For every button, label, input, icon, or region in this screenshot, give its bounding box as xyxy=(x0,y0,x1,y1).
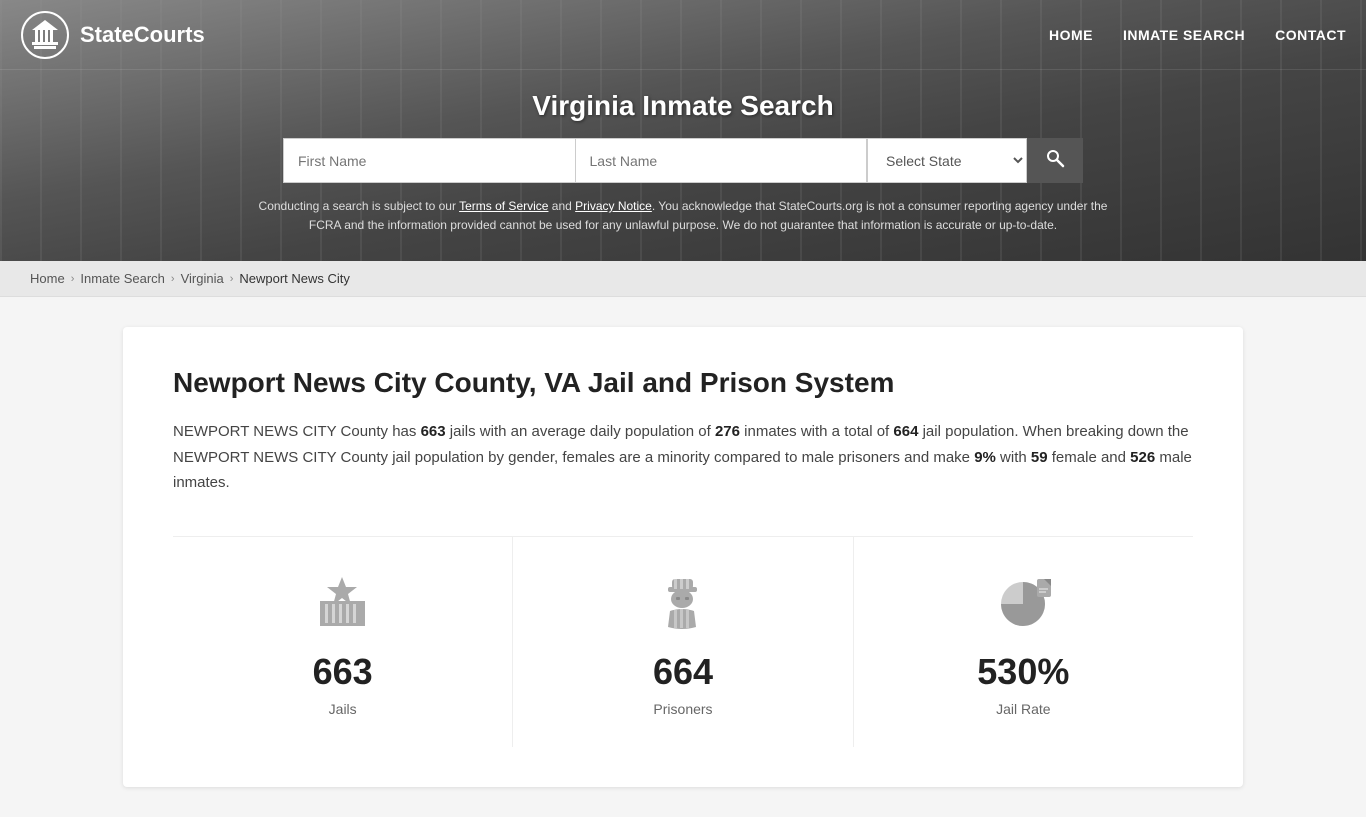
privacy-link[interactable]: Privacy Notice xyxy=(575,199,652,213)
jail-rate-label: Jail Rate xyxy=(874,701,1173,717)
search-button[interactable] xyxy=(1027,138,1083,183)
male-count: 526 xyxy=(1130,449,1155,466)
nav-inmate-search[interactable]: INMATE SEARCH xyxy=(1123,27,1245,43)
search-icon xyxy=(1045,148,1065,168)
nav-home[interactable]: HOME xyxy=(1049,27,1093,43)
breadcrumb-inmate-search[interactable]: Inmate Search xyxy=(80,271,165,286)
breadcrumb: Home › Inmate Search › Virginia › Newpor… xyxy=(0,261,1366,297)
county-description: NEWPORT NEWS CITY County has 663 jails w… xyxy=(173,419,1193,496)
jails-icon xyxy=(193,567,492,637)
navigation: StateCourts HOME INMATE SEARCH CONTACT xyxy=(0,0,1366,70)
state-select[interactable]: Select State Virginia California Texas xyxy=(867,138,1027,183)
jails-count: 663 xyxy=(421,423,446,440)
disclaimer-text: Conducting a search is subject to our Te… xyxy=(233,197,1133,251)
chart-icon xyxy=(874,567,1173,637)
last-name-input[interactable] xyxy=(575,138,868,183)
first-name-input[interactable] xyxy=(283,138,575,183)
jails-number: 663 xyxy=(193,651,492,693)
breadcrumb-sep-3: › xyxy=(230,273,234,285)
prisoners-label: Prisoners xyxy=(533,701,832,717)
breadcrumb-sep-1: › xyxy=(71,273,75,285)
main-content: Newport News City County, VA Jail and Pr… xyxy=(103,327,1263,787)
nav-links: HOME INMATE SEARCH CONTACT xyxy=(1049,27,1346,43)
page-title: Virginia Inmate Search xyxy=(20,90,1346,122)
county-title: Newport News City County, VA Jail and Pr… xyxy=(173,367,1193,399)
jail-rate-number: 530% xyxy=(874,651,1173,693)
female-pct: 9% xyxy=(974,449,996,466)
stat-jail-rate: 530% Jail Rate xyxy=(854,537,1193,747)
logo-link[interactable]: StateCourts xyxy=(20,10,205,60)
avg-population: 276 xyxy=(715,423,740,440)
prisoner-icon xyxy=(533,567,832,637)
breadcrumb-sep-2: › xyxy=(171,273,175,285)
terms-link[interactable]: Terms of Service xyxy=(459,199,548,213)
total-population: 664 xyxy=(893,423,918,440)
prisoners-number: 664 xyxy=(533,651,832,693)
logo-text: StateCourts xyxy=(80,22,205,48)
search-section: Virginia Inmate Search Select State Virg… xyxy=(0,70,1366,261)
stats-row: 663 Jails xyxy=(173,536,1193,747)
jails-label: Jails xyxy=(193,701,492,717)
breadcrumb-home[interactable]: Home xyxy=(30,271,65,286)
page-header: StateCourts HOME INMATE SEARCH CONTACT V… xyxy=(0,0,1366,261)
content-card: Newport News City County, VA Jail and Pr… xyxy=(123,327,1243,787)
stat-jails: 663 Jails xyxy=(173,537,513,747)
logo-icon xyxy=(20,10,70,60)
breadcrumb-virginia[interactable]: Virginia xyxy=(181,271,224,286)
stat-prisoners: 664 Prisoners xyxy=(513,537,853,747)
search-form: Select State Virginia California Texas xyxy=(283,138,1083,183)
nav-contact[interactable]: CONTACT xyxy=(1275,27,1346,43)
breadcrumb-current: Newport News City xyxy=(239,271,350,286)
female-count: 59 xyxy=(1031,449,1048,466)
